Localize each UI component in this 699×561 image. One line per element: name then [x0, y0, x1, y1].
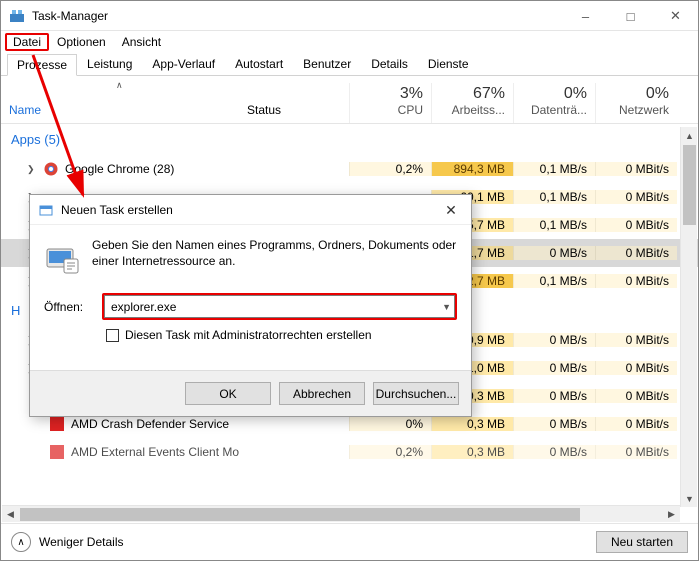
task-manager-icon — [9, 8, 25, 24]
chrome-icon — [43, 161, 59, 177]
scroll-up-icon[interactable]: ▲ — [681, 127, 698, 144]
process-name: Google Chrome (28) — [65, 162, 174, 176]
fewer-details-toggle[interactable]: ∧ Weniger Details — [11, 532, 123, 552]
ok-button[interactable]: OK — [185, 382, 271, 405]
scroll-right-icon[interactable]: ▶ — [663, 506, 680, 523]
group-apps[interactable]: Apps (5) — [1, 124, 698, 155]
menu-bar: Datei Optionen Ansicht — [1, 31, 698, 53]
dialog-close-button[interactable]: ✕ — [431, 195, 471, 225]
window-title: Task-Manager — [32, 9, 108, 23]
scrollbar-thumb[interactable] — [20, 508, 580, 521]
cancel-button[interactable]: Abbrechen — [279, 382, 365, 405]
cell-net: 0 MBit/s — [595, 162, 677, 176]
cell-memory: 894,3 MB — [431, 162, 513, 176]
tab-users[interactable]: Benutzer — [293, 53, 361, 75]
tab-strip: Prozesse Leistung App-Verlauf Autostart … — [1, 53, 698, 76]
scroll-left-icon[interactable]: ◀ — [2, 506, 19, 523]
minimize-button[interactable]: – — [563, 1, 608, 31]
browse-button[interactable]: Durchsuchen... — [373, 382, 459, 405]
close-button[interactable]: ✕ — [653, 1, 698, 31]
vertical-scrollbar[interactable]: ▲ ▼ — [680, 127, 697, 507]
menu-file[interactable]: Datei — [5, 33, 49, 51]
dialog-title-bar[interactable]: Neuen Task erstellen ✕ — [30, 195, 471, 225]
column-headers: Name Status 3%CPU 67%Arbeitss... 0%Daten… — [1, 76, 698, 124]
process-name: AMD Crash Defender Service — [71, 417, 229, 431]
open-input[interactable] — [104, 295, 455, 318]
chevron-up-icon: ∧ — [11, 532, 31, 552]
scroll-down-icon[interactable]: ▼ — [681, 490, 698, 507]
cell-cpu: 0,2% — [349, 162, 431, 176]
dialog-prompt: Geben Sie den Namen eines Programms, Ord… — [92, 237, 457, 277]
maximize-button[interactable]: □ — [608, 1, 653, 31]
run-prompt-icon — [44, 241, 80, 277]
dialog-title: Neuen Task erstellen — [61, 203, 173, 217]
menu-options[interactable]: Optionen — [49, 33, 114, 51]
footer-bar: ∧ Weniger Details Neu starten — [1, 523, 698, 560]
horizontal-scrollbar[interactable]: ◀ ▶ — [2, 505, 680, 522]
tab-performance[interactable]: Leistung — [77, 53, 142, 75]
table-row[interactable]: AMD External Events Client Mo... 0,2% 0,… — [1, 438, 698, 466]
tab-details[interactable]: Details — [361, 53, 418, 75]
cell-disk: 0,1 MB/s — [513, 162, 595, 176]
process-name: AMD External Events Client Mo... — [71, 445, 239, 459]
column-disk[interactable]: 0%Datenträ... — [513, 83, 595, 123]
scrollbar-thumb[interactable] — [683, 145, 696, 225]
open-label: Öffnen: — [44, 300, 92, 314]
table-row[interactable]: ❯ Google Chrome (28) 0,2% 894,3 MB 0,1 MB… — [1, 155, 698, 183]
expand-icon[interactable]: ❯ — [27, 164, 37, 175]
column-memory[interactable]: 67%Arbeitss... — [431, 83, 513, 123]
tab-startup[interactable]: Autostart — [225, 53, 293, 75]
column-cpu[interactable]: 3%CPU — [349, 83, 431, 123]
admin-checkbox-label: Diesen Task mit Administratorrechten ers… — [125, 328, 372, 342]
column-network[interactable]: 0%Netzwerk — [595, 83, 677, 123]
menu-view[interactable]: Ansicht — [114, 33, 169, 51]
tab-processes[interactable]: Prozesse — [7, 54, 77, 76]
run-dialog: Neuen Task erstellen ✕ Geben Sie den Nam… — [29, 194, 472, 417]
sort-indicator-icon: ∧ — [116, 80, 123, 91]
fewer-details-label: Weniger Details — [39, 535, 123, 549]
column-name[interactable]: Name — [1, 99, 239, 123]
tab-services[interactable]: Dienste — [418, 53, 479, 75]
tab-app-history[interactable]: App-Verlauf — [142, 53, 225, 75]
run-dialog-icon — [38, 202, 54, 218]
amd-icon — [49, 444, 65, 460]
admin-checkbox[interactable] — [106, 329, 119, 342]
amd-icon — [49, 416, 65, 432]
column-status[interactable]: Status — [239, 99, 349, 123]
open-combobox[interactable]: ▼ — [102, 293, 457, 320]
restart-button[interactable]: Neu starten — [596, 531, 688, 553]
title-bar: Task-Manager – □ ✕ — [1, 1, 698, 31]
